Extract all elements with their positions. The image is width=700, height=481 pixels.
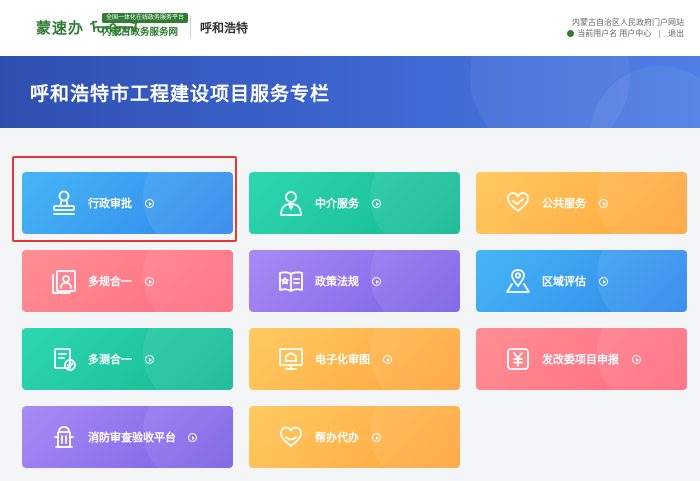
card-label: 帮办代办 [315,431,359,444]
site-header: 蒙速办 ᠮᠣᠩᠭᠣᠯ 全国一体化在线政务服务平台 内蒙古政务服务网 呼和浩特 内… [0,0,700,56]
agent-icon [280,191,302,216]
card-regional-assessment[interactable]: 区域评估 [476,250,687,312]
card-label: 多测合一 [88,353,132,366]
stamp-icon [53,190,75,215]
logout-link[interactable]: 退出 [668,28,684,39]
card-label: 多规合一 [88,275,132,288]
user-center-link[interactable]: 用户中心 [619,28,651,39]
plan-frame-icon [52,270,76,294]
card-label: 区域评估 [542,275,586,288]
logo-site-name[interactable]: 内蒙古政务服务网 [102,24,178,38]
card-intermediary-service[interactable]: 中介服务 [249,172,460,234]
heart-hands-icon [507,192,529,212]
user-icon [567,30,575,37]
card-assisted-handling[interactable]: 帮办代办 [249,406,460,468]
hydrant-icon [54,426,74,448]
header-divider [190,16,191,38]
card-fire-inspection-platform[interactable]: 消防审查验收平台 [22,406,233,468]
card-public-service[interactable]: 公共服务 [476,172,687,234]
card-multi-survey-integration[interactable]: 多测合一 [22,328,233,390]
card-label: 电子化审图 [315,353,370,366]
card-ndrc-project-declaration[interactable]: 发改委项目申报 [476,328,687,390]
card-electronic-drawing-review[interactable]: 电子化审图 [249,328,460,390]
header-separator: | [658,29,661,38]
arrow-right-icon [383,355,392,364]
card-label: 消防审查验收平台 [88,431,176,444]
gov-portal-link[interactable]: 内蒙古自治区人民政府门户网站 [572,17,684,28]
arrow-right-icon [145,355,154,364]
arrow-right-icon [372,277,381,286]
monitor-icon [279,348,303,370]
arrow-right-icon [145,277,154,286]
survey-icon [54,348,76,371]
page-title: 呼和浩特市工程建设项目服务专栏 [30,83,331,105]
card-policies-regulations[interactable]: 政策法规 [249,250,460,312]
current-user-name[interactable]: 当前用户名 [577,28,617,39]
city-name: 呼和浩特 [200,21,249,35]
card-label: 发改委项目申报 [542,353,619,366]
yen-icon [507,348,529,370]
card-label: 公共服务 [542,197,586,210]
arrow-right-icon [372,433,381,442]
arrow-right-icon [599,277,608,286]
book-icon [279,271,303,292]
card-label: 中介服务 [315,197,359,210]
card-multi-plan-integration[interactable]: 多规合一 [22,250,233,312]
arrow-right-icon [372,199,381,208]
arrow-right-icon [632,355,641,364]
arrow-right-icon [145,199,154,208]
card-label: 政策法规 [315,275,359,288]
page-banner: 呼和浩特市工程建设项目服务专栏 [0,56,700,128]
user-bar: 当前用户名 用户中心 | 退出 [567,28,684,39]
arrow-right-icon [599,199,608,208]
arrow-right-icon [188,433,197,442]
logo-tagline: 全国一体化在线政务服务平台 [102,13,189,23]
heart-icon [280,426,302,447]
map-pin-icon [506,269,530,293]
card-admin-approval[interactable]: 行政审批 [22,172,233,234]
card-label: 行政审批 [88,197,132,210]
